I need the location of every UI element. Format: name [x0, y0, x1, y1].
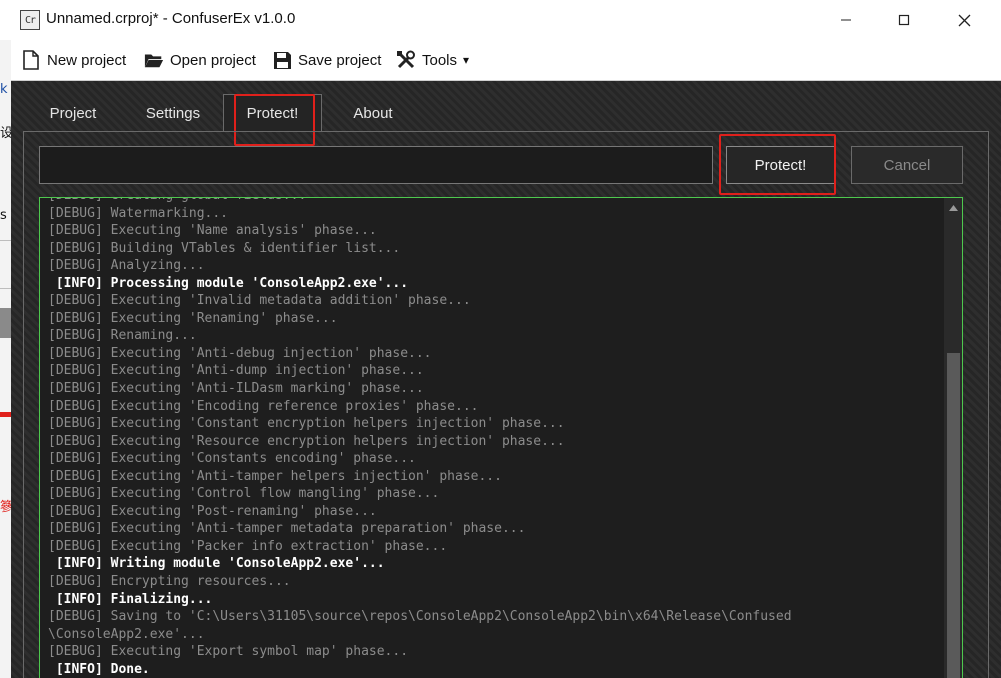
- log-line: [DEBUG] Encrypting resources...: [48, 574, 291, 590]
- background-window-edge: k 设 s 篸: [0, 40, 13, 678]
- log-line: [DEBUG] Analyzing...: [48, 258, 205, 274]
- background-red-bar: [0, 412, 11, 417]
- maximize-button[interactable]: [875, 0, 933, 40]
- log-line: [INFO] Done.: [48, 661, 150, 677]
- log-line: [DEBUG] Executing 'Constants encoding' p…: [48, 451, 416, 467]
- folder-open-icon: [144, 50, 164, 70]
- log-line: [INFO] Writing module 'ConsoleApp2.exe'.…: [48, 556, 385, 572]
- minimize-icon: [841, 19, 851, 21]
- maximize-icon: [898, 14, 910, 26]
- log-line: [DEBUG] Executing 'Control flow mangling…: [48, 486, 440, 502]
- log-line: [DEBUG] Executing 'Resource encryption h…: [48, 433, 565, 449]
- background-divider: [0, 288, 11, 289]
- log-line: [DEBUG] Saving to 'C:\Users\31105\source…: [48, 609, 792, 625]
- output-path-input[interactable]: [39, 146, 713, 184]
- log-line: [DEBUG] Renaming...: [48, 328, 197, 344]
- log-scrollbar[interactable]: [944, 198, 962, 678]
- log-line: [DEBUG] Executing 'Invalid metadata addi…: [48, 293, 471, 309]
- log-line: [INFO] Finalizing...: [48, 591, 213, 607]
- new-file-icon: [21, 50, 41, 70]
- log-lines: [DEBUG] Creating global fields...[DEBUG]…: [48, 198, 938, 678]
- background-text: k: [0, 82, 8, 97]
- log-line: [DEBUG] Executing 'Encoding reference pr…: [48, 398, 479, 414]
- scroll-up-arrow-icon[interactable]: [944, 200, 962, 216]
- title-bar: Cr Unnamed.crproj* - ConfuserEx v1.0.0: [0, 0, 1001, 40]
- new-project-label: New project: [47, 51, 127, 69]
- log-line: [DEBUG] Executing 'Anti-debug injection'…: [48, 345, 432, 361]
- chevron-down-icon: ▾: [463, 53, 470, 67]
- confuserex-window: New project Open project Save project To…: [11, 40, 1001, 678]
- tools-label: Tools: [422, 51, 458, 69]
- open-project-button[interactable]: Open project: [144, 40, 256, 80]
- save-project-label: Save project: [298, 51, 382, 69]
- log-line: [INFO] Processing module 'ConsoleApp2.ex…: [48, 275, 409, 291]
- save-project-button[interactable]: Save project: [272, 40, 381, 80]
- log-line: [DEBUG] Executing 'Constant encryption h…: [48, 416, 565, 432]
- log-line: [DEBUG] Building VTables & identifier li…: [48, 240, 401, 256]
- close-icon: [958, 14, 970, 26]
- floppy-disk-icon: [272, 50, 292, 70]
- log-line: [DEBUG] Executing 'Anti-tamper metadata …: [48, 521, 526, 537]
- log-line: [DEBUG] Executing 'Export symbol map' ph…: [48, 644, 409, 660]
- scrollbar-thumb[interactable]: [947, 353, 960, 678]
- tab-project[interactable]: Project: [39, 97, 107, 129]
- log-line: [DEBUG] Watermarking...: [48, 205, 229, 221]
- log-line: [DEBUG] Executing 'Anti-tamper helpers i…: [48, 468, 502, 484]
- tools-menu-button[interactable]: Tools ▾: [396, 40, 469, 80]
- background-text: s: [0, 208, 7, 223]
- background-divider: [0, 240, 11, 241]
- log-line: [DEBUG] Executing 'Anti-dump injection' …: [48, 363, 424, 379]
- log-line: [DEBUG] Executing 'Post-renaming' phase.…: [48, 503, 377, 519]
- tab-about[interactable]: About: [342, 97, 404, 129]
- log-line: [DEBUG] Executing 'Name analysis' phase.…: [48, 223, 377, 239]
- log-line: [DEBUG] Creating global fields...: [48, 198, 938, 205]
- log-line: \ConsoleApp2.exe'...: [48, 626, 205, 642]
- highlight-box-protect: [719, 134, 836, 195]
- log-line: [DEBUG] Executing 'Renaming' phase...: [48, 310, 338, 326]
- new-project-button[interactable]: New project: [21, 40, 126, 80]
- tab-settings[interactable]: Settings: [137, 97, 209, 129]
- log-output: [DEBUG] Creating global fields...[DEBUG]…: [39, 197, 963, 678]
- tools-icon: [396, 50, 416, 70]
- log-line: [DEBUG] Executing 'Anti-ILDasm marking' …: [48, 381, 424, 397]
- background-block: [0, 308, 11, 338]
- log-line: [DEBUG] Executing 'Packer info extractio…: [48, 538, 448, 554]
- window-title: Unnamed.crproj* - ConfuserEx v1.0.0: [46, 10, 296, 27]
- close-button[interactable]: [935, 0, 993, 40]
- toolbar: New project Open project Save project To…: [11, 40, 1001, 81]
- minimize-button[interactable]: [817, 0, 875, 40]
- cancel-button[interactable]: Cancel: [851, 146, 963, 184]
- open-project-label: Open project: [170, 51, 256, 69]
- app-icon: Cr: [20, 10, 40, 30]
